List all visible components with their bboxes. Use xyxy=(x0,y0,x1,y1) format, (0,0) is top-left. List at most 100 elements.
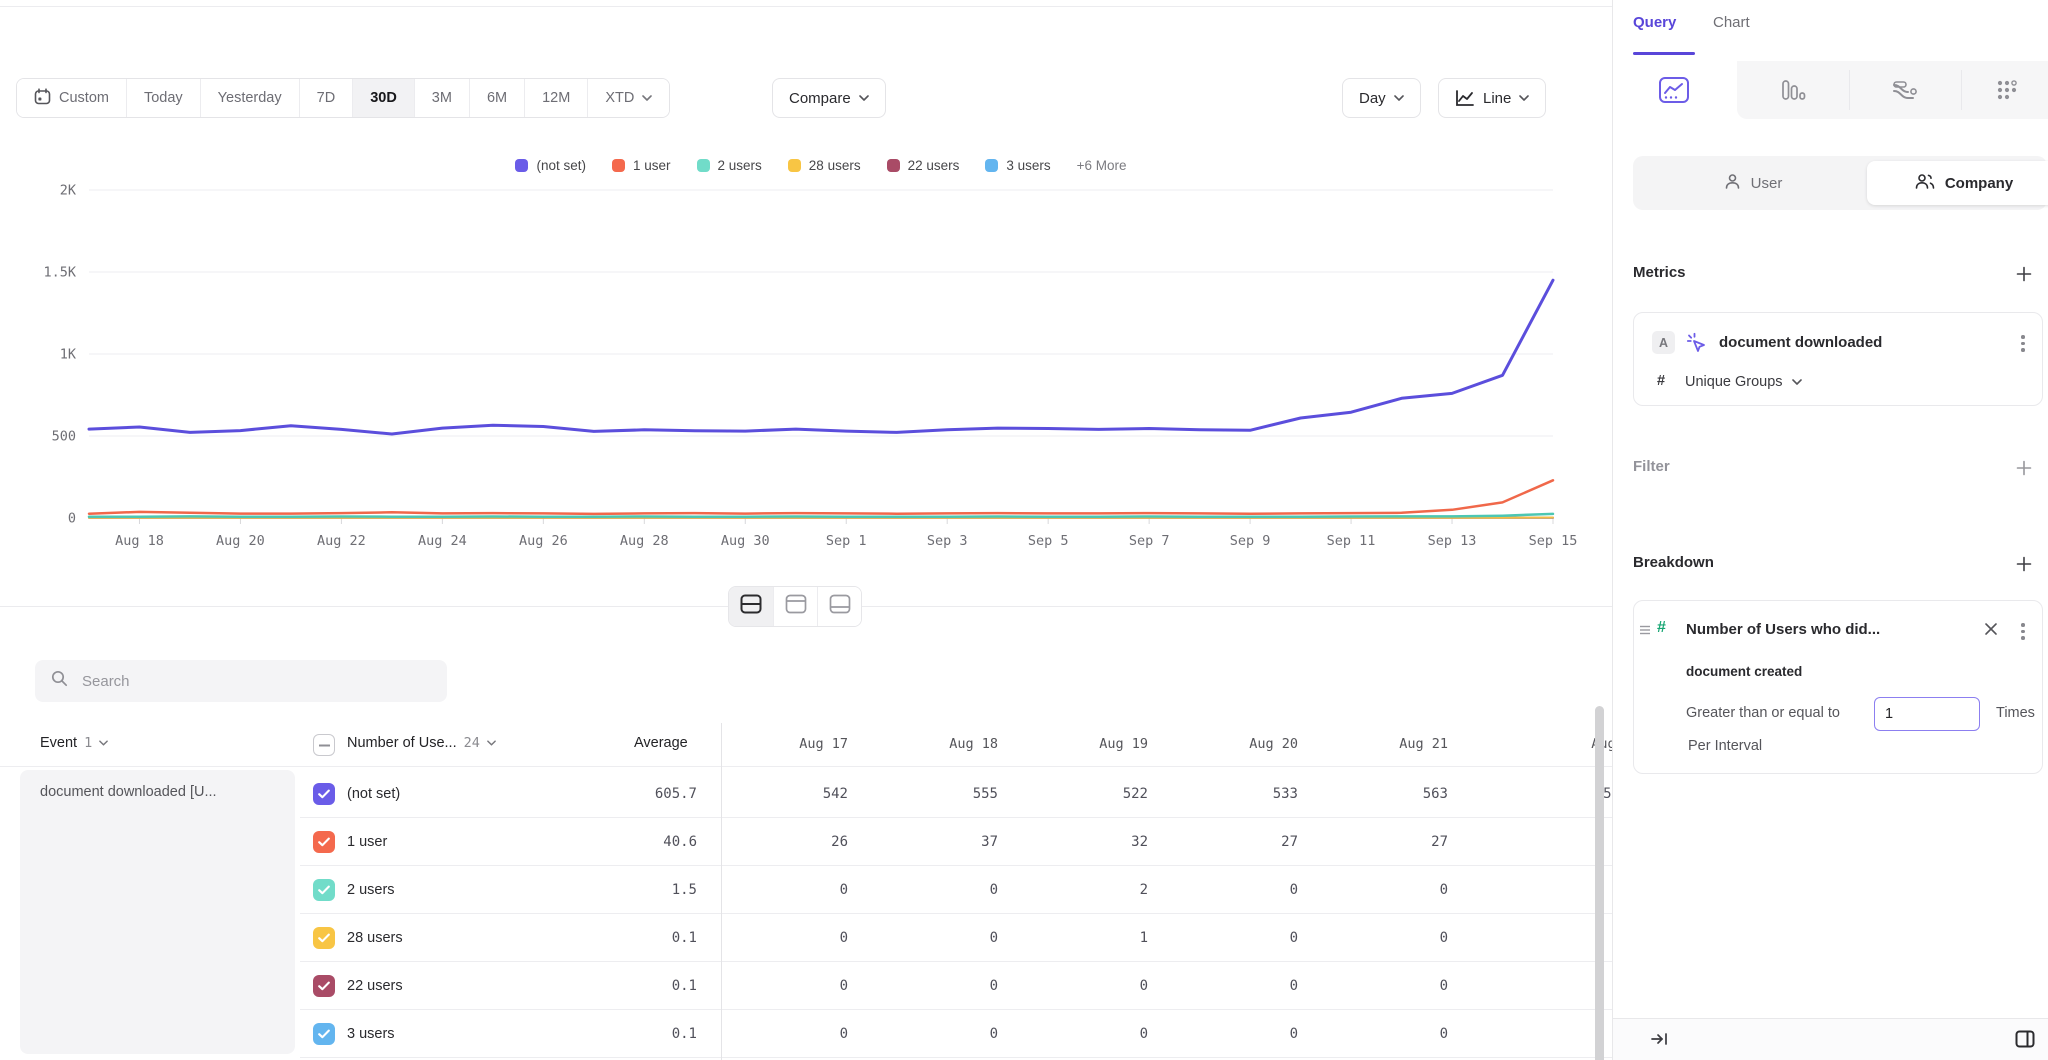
date-column-header[interactable]: Aug 17 xyxy=(728,736,848,752)
x-axis-label: Sep 1 xyxy=(826,533,867,549)
aggregation-dropdown[interactable]: Unique Groups xyxy=(1685,374,1802,390)
cell-value: 533 xyxy=(1188,770,1298,818)
event-sparkle-icon xyxy=(1686,332,1708,359)
interval-label: Day xyxy=(1359,90,1386,107)
range-label: Custom xyxy=(59,90,109,106)
layout-split-button[interactable] xyxy=(729,587,773,626)
grid-chart-type-button[interactable] xyxy=(1955,61,2048,119)
range-6m-button[interactable]: 6M xyxy=(469,79,524,117)
flow-chart-type-button[interactable] xyxy=(1853,61,1957,119)
x-axis-label: Aug 24 xyxy=(418,533,467,549)
cell-value: 0 xyxy=(888,962,998,1010)
breakdown-title[interactable]: Number of Users who did... xyxy=(1686,621,1880,638)
table-row[interactable]: 28 users0.1001000 xyxy=(300,914,1612,962)
chevron-down-icon xyxy=(487,740,497,746)
calendar-icon xyxy=(34,88,51,109)
line-chart-type-button-selected[interactable] xyxy=(1641,61,1707,119)
table-row[interactable]: 1 user40.626373227272 xyxy=(300,818,1612,866)
sidebar-panel-icon[interactable] xyxy=(2015,1030,2035,1053)
layout-toggle-group xyxy=(728,586,862,627)
series-line--not-set-[interactable] xyxy=(89,280,1553,434)
date-column-header[interactable]: Aug 19 xyxy=(1028,736,1148,752)
add-breakdown-button[interactable] xyxy=(2014,554,2034,574)
condition-value-input[interactable] xyxy=(1874,697,1980,731)
date-column-header[interactable]: Aug 20 xyxy=(1178,736,1298,752)
cell-value: 1 xyxy=(1038,914,1148,962)
breakdown-card[interactable]: # Number of Users who did... document cr… xyxy=(1633,600,2043,774)
tab-query[interactable]: Query xyxy=(1633,14,1676,31)
row-checkbox[interactable] xyxy=(313,1023,335,1045)
metric-name[interactable]: document downloaded xyxy=(1719,334,1882,351)
table-row[interactable]: 22 users0.1000000 xyxy=(300,962,1612,1010)
drag-handle-icon[interactable] xyxy=(1639,623,1651,641)
breakdown-event[interactable]: document created xyxy=(1686,664,1802,679)
add-filter-button[interactable] xyxy=(2014,458,2034,478)
metric-card[interactable]: A document downloaded # Unique Groups xyxy=(1633,312,2043,406)
collapse-panel-icon[interactable] xyxy=(1651,1031,1669,1052)
table-row[interactable]: 2 users1.5002000 xyxy=(300,866,1612,914)
date-column-header[interactable]: Aug 18 xyxy=(878,736,998,752)
close-icon[interactable] xyxy=(1984,622,1998,641)
breakdown-heading: Breakdown xyxy=(1633,554,1714,571)
series-line-1-user[interactable] xyxy=(89,480,1553,514)
scope-company-button[interactable]: Company xyxy=(1867,156,2048,210)
row-checkbox[interactable] xyxy=(313,831,335,853)
select-all-checkbox[interactable] xyxy=(313,734,335,756)
bottom-panel-icon xyxy=(829,594,851,619)
series-count: 24 xyxy=(464,735,480,751)
event-header-label: Event xyxy=(40,735,77,751)
x-axis-label: Sep 3 xyxy=(927,533,968,549)
average-value: 1.5 xyxy=(540,866,697,914)
row-checkbox[interactable] xyxy=(313,783,335,805)
range-7d-button[interactable]: 7D xyxy=(299,79,353,117)
bar-chart-type-button[interactable] xyxy=(1741,61,1845,119)
date-range-group: Custom TodayYesterday7D30D3M6M12MXTD xyxy=(16,78,670,118)
layout-bottom-button[interactable] xyxy=(817,587,861,626)
chart-type-label: Line xyxy=(1483,90,1511,107)
range-3m-button[interactable]: 3M xyxy=(414,79,469,117)
event-name-cell[interactable]: document downloaded [U... xyxy=(20,770,295,1054)
range-today-button[interactable]: Today xyxy=(126,79,200,117)
range-custom-button[interactable]: Custom xyxy=(17,79,126,117)
compare-button[interactable]: Compare xyxy=(772,78,886,118)
condition-label[interactable]: Greater than or equal to xyxy=(1686,705,1840,721)
interval-label[interactable]: Per Interval xyxy=(1688,738,1762,754)
table-row[interactable]: 3 users0.1000000 xyxy=(300,1010,1612,1058)
metric-kebab-menu[interactable] xyxy=(2014,335,2032,352)
cell-value: 0 xyxy=(1038,1010,1148,1058)
search-icon xyxy=(51,670,68,692)
query-panel: Query Chart xyxy=(1612,0,2048,1060)
cell-value: 0 xyxy=(1338,1010,1448,1058)
x-axis-label: Aug 20 xyxy=(216,533,265,549)
x-axis-label: Sep 7 xyxy=(1129,533,1170,549)
chart-type-dropdown[interactable]: Line xyxy=(1438,78,1546,118)
date-column-header[interactable]: Aug 21 xyxy=(1328,736,1448,752)
range-12m-button[interactable]: 12M xyxy=(524,79,587,117)
table-row[interactable]: (not set)605.754255552253356353 xyxy=(300,770,1612,818)
row-checkbox[interactable] xyxy=(313,975,335,997)
line-chart-icon xyxy=(1455,89,1475,107)
series-header-label: Number of Use... xyxy=(347,735,457,751)
add-metric-button[interactable] xyxy=(2014,264,2034,284)
layout-top-button[interactable] xyxy=(773,587,817,626)
tab-chart[interactable]: Chart xyxy=(1713,14,1750,31)
breakdown-kebab-menu[interactable] xyxy=(2014,623,2032,640)
range-xtd-button[interactable]: XTD xyxy=(587,79,669,117)
range-30d-button[interactable]: 30D xyxy=(352,79,414,117)
line-chart[interactable]: 05001K1.5K2KAug 18Aug 20Aug 22Aug 24Aug … xyxy=(0,170,1612,560)
table-scrollbar[interactable] xyxy=(1595,706,1604,1060)
scope-user-button[interactable]: User xyxy=(1673,156,1833,210)
range-yesterday-button[interactable]: Yesterday xyxy=(200,79,299,117)
interval-dropdown[interactable]: Day xyxy=(1342,78,1421,118)
search-input[interactable]: Search xyxy=(35,660,447,702)
compare-label: Compare xyxy=(789,90,851,107)
chart-type-strip xyxy=(1737,61,2048,119)
row-checkbox[interactable] xyxy=(313,927,335,949)
series-column-header[interactable]: Number of Use... 24 xyxy=(347,735,497,751)
cell-value: 0 xyxy=(738,914,848,962)
average-column-header[interactable]: Average xyxy=(634,735,688,751)
row-checkbox[interactable] xyxy=(313,879,335,901)
average-value: 0.1 xyxy=(540,962,697,1010)
event-column-header[interactable]: Event 1 xyxy=(40,735,109,751)
metric-letter-badge: A xyxy=(1652,331,1675,354)
